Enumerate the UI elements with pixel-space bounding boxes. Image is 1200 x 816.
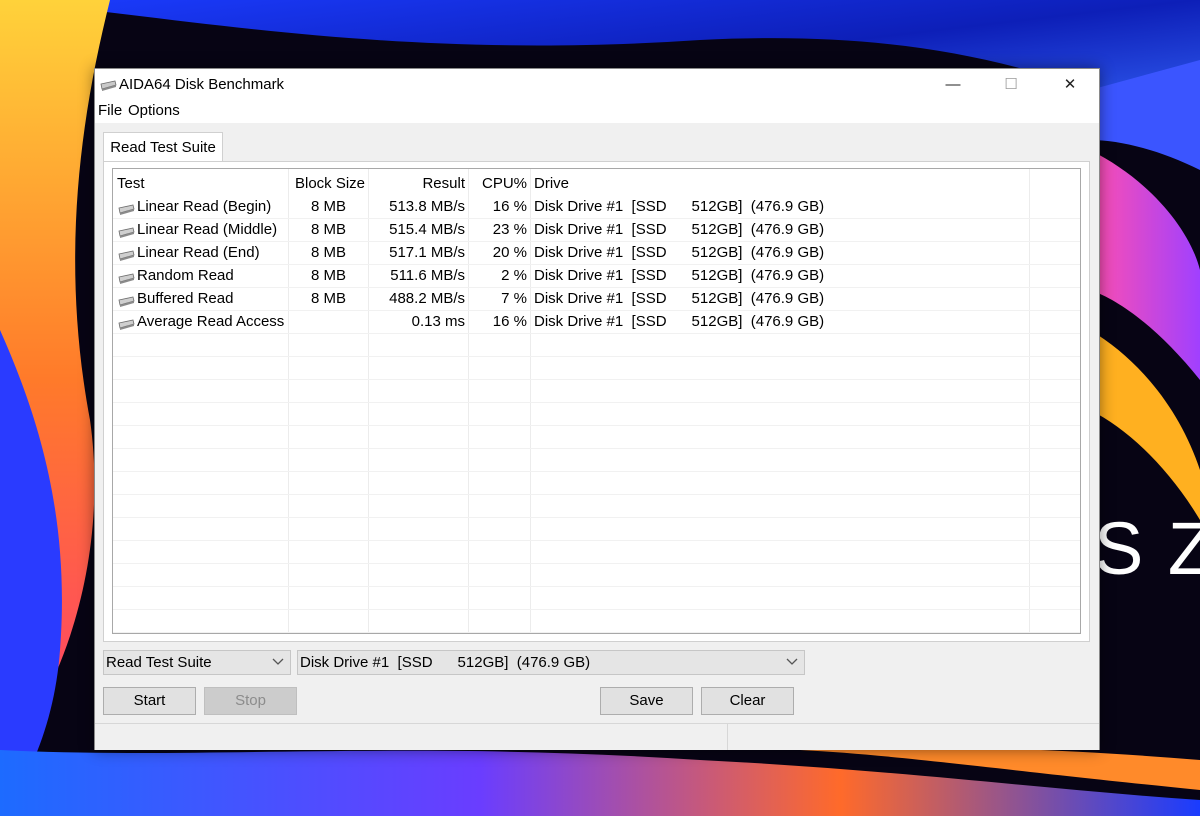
drive-select-value: Disk Drive #1 [SSD 512GB] (476.9 GB) bbox=[300, 654, 591, 671]
maximize-icon: ☐ bbox=[1004, 76, 1018, 93]
results-table[interactable]: Test Block Size Result CPU% Drive Linear… bbox=[112, 168, 1081, 634]
row-gridline bbox=[113, 264, 1080, 265]
drive-select[interactable]: Disk Drive #1 [SSD 512GB] (476.9 GB) bbox=[297, 650, 805, 675]
tab-panel: Test Block Size Result CPU% Drive Linear… bbox=[103, 161, 1090, 642]
disk-drive-icon bbox=[118, 250, 135, 261]
row-gridline bbox=[113, 218, 1080, 219]
header-cpu[interactable]: CPU% bbox=[473, 173, 527, 195]
cell-drive: Disk Drive #1 [SSD 512GB] (476.9 GB) bbox=[534, 290, 825, 307]
table-row[interactable]: Linear Read (Middle) 8 MB 515.4 MB/s 23 % Di… bbox=[113, 219, 1080, 242]
row-gridline bbox=[113, 448, 1080, 449]
cell-cpu: 2 % bbox=[501, 267, 527, 284]
row-gridline bbox=[113, 241, 1080, 242]
tab-read-test-suite[interactable]: Read Test Suite bbox=[103, 132, 223, 162]
row-gridline bbox=[113, 333, 1080, 334]
maximize-button[interactable]: ☐ bbox=[982, 69, 1040, 99]
disk-drive-icon bbox=[118, 204, 135, 215]
cell-test: Linear Read (Middle) bbox=[137, 221, 278, 238]
table-row[interactable]: Average Read Access 0.13 ms 16 % Disk Drive… bbox=[113, 311, 1080, 334]
cell-block-size: 8 MB bbox=[311, 290, 347, 307]
status-bar bbox=[95, 723, 1099, 750]
header-drive[interactable]: Drive bbox=[534, 173, 569, 195]
header-result[interactable]: Result bbox=[375, 173, 465, 195]
cell-result: 488.2 MB/s bbox=[389, 290, 465, 307]
row-gridline bbox=[113, 494, 1080, 495]
aida64-window: AIDA64 Disk Benchmark — ☐ ✕ File Options… bbox=[94, 68, 1100, 750]
clear-button[interactable]: Clear bbox=[701, 687, 794, 715]
cell-test: Linear Read (End) bbox=[137, 244, 260, 261]
chevron-down-icon bbox=[786, 658, 798, 665]
cell-block-size: 8 MB bbox=[311, 244, 347, 261]
row-gridline bbox=[113, 563, 1080, 564]
cell-cpu: 16 % bbox=[492, 313, 527, 330]
table-row[interactable]: Random Read 8 MB 511.6 MB/s 2 % Disk Drive #… bbox=[113, 265, 1080, 288]
close-icon: ✕ bbox=[1063, 76, 1077, 93]
row-gridline bbox=[113, 425, 1080, 426]
test-suite-select[interactable]: Read Test Suite bbox=[103, 650, 291, 675]
status-segment bbox=[95, 724, 728, 750]
cell-test: Average Read Access bbox=[137, 313, 285, 330]
header-test[interactable]: Test bbox=[117, 173, 145, 195]
row-gridline bbox=[113, 540, 1080, 541]
disk-drive-icon bbox=[118, 273, 135, 284]
cell-cpu: 23 % bbox=[492, 221, 527, 238]
title-bar[interactable]: AIDA64 Disk Benchmark — ☐ ✕ bbox=[95, 69, 1099, 99]
save-button[interactable]: Save bbox=[600, 687, 693, 715]
cell-drive: Disk Drive #1 [SSD 512GB] (476.9 GB) bbox=[534, 267, 825, 284]
row-gridline bbox=[113, 586, 1080, 587]
cell-cpu: 16 % bbox=[492, 198, 527, 215]
cell-block-size: 8 MB bbox=[311, 198, 347, 215]
stop-button[interactable]: Stop bbox=[204, 687, 297, 715]
minimize-icon: — bbox=[945, 75, 961, 93]
table-row[interactable]: Linear Read (End) 8 MB 517.1 MB/s 20 % Disk … bbox=[113, 242, 1080, 265]
row-gridline bbox=[113, 471, 1080, 472]
menu-file[interactable]: File bbox=[98, 102, 122, 119]
cell-drive: Disk Drive #1 [SSD 512GB] (476.9 GB) bbox=[534, 221, 825, 238]
menu-bar: File Options bbox=[95, 99, 1099, 123]
row-gridline bbox=[113, 287, 1080, 288]
minimize-button[interactable]: — bbox=[924, 69, 982, 99]
cell-test: Linear Read (Begin) bbox=[137, 198, 272, 215]
test-suite-select-value: Read Test Suite bbox=[106, 654, 212, 671]
row-gridline bbox=[113, 609, 1080, 610]
cell-cpu: 7 % bbox=[501, 290, 527, 307]
header-block-size[interactable]: Block Size bbox=[295, 173, 365, 195]
start-button[interactable]: Start bbox=[103, 687, 196, 715]
cell-drive: Disk Drive #1 [SSD 512GB] (476.9 GB) bbox=[534, 313, 825, 330]
cell-result: 515.4 MB/s bbox=[389, 221, 465, 238]
cell-block-size: 8 MB bbox=[311, 221, 347, 238]
row-gridline bbox=[113, 310, 1080, 311]
cell-result: 517.1 MB/s bbox=[389, 244, 465, 261]
cell-drive: Disk Drive #1 [SSD 512GB] (476.9 GB) bbox=[534, 244, 825, 261]
row-gridline bbox=[113, 517, 1080, 518]
chevron-down-icon bbox=[272, 658, 284, 665]
cell-block-size: 8 MB bbox=[311, 267, 347, 284]
cell-result: 513.8 MB/s bbox=[389, 198, 465, 215]
menu-options[interactable]: Options bbox=[128, 102, 180, 119]
close-button[interactable]: ✕ bbox=[1041, 69, 1099, 99]
cell-test: Random Read bbox=[137, 267, 234, 284]
row-gridline bbox=[113, 379, 1080, 380]
disk-drive-icon bbox=[118, 227, 135, 238]
table-row[interactable]: Buffered Read 8 MB 488.2 MB/s 7 % Disk Drive… bbox=[113, 288, 1080, 311]
window-title: AIDA64 Disk Benchmark bbox=[119, 76, 285, 93]
row-gridline bbox=[113, 632, 1080, 633]
disk-drive-icon bbox=[100, 80, 117, 91]
disk-drive-icon bbox=[118, 296, 135, 307]
table-row[interactable]: Linear Read (Begin) 8 MB 513.8 MB/s 16 % Dis… bbox=[113, 196, 1080, 219]
cell-test: Buffered Read bbox=[137, 290, 234, 307]
cell-result: 0.13 ms bbox=[411, 313, 465, 330]
disk-drive-icon bbox=[118, 319, 135, 330]
cell-drive: Disk Drive #1 [SSD 512GB] (476.9 GB) bbox=[534, 198, 825, 215]
row-gridline bbox=[113, 356, 1080, 357]
row-gridline bbox=[113, 402, 1080, 403]
wallpaper-brand-text: S Ze bbox=[1094, 512, 1200, 586]
cell-result: 511.6 MB/s bbox=[390, 267, 465, 284]
cell-cpu: 20 % bbox=[492, 244, 527, 261]
